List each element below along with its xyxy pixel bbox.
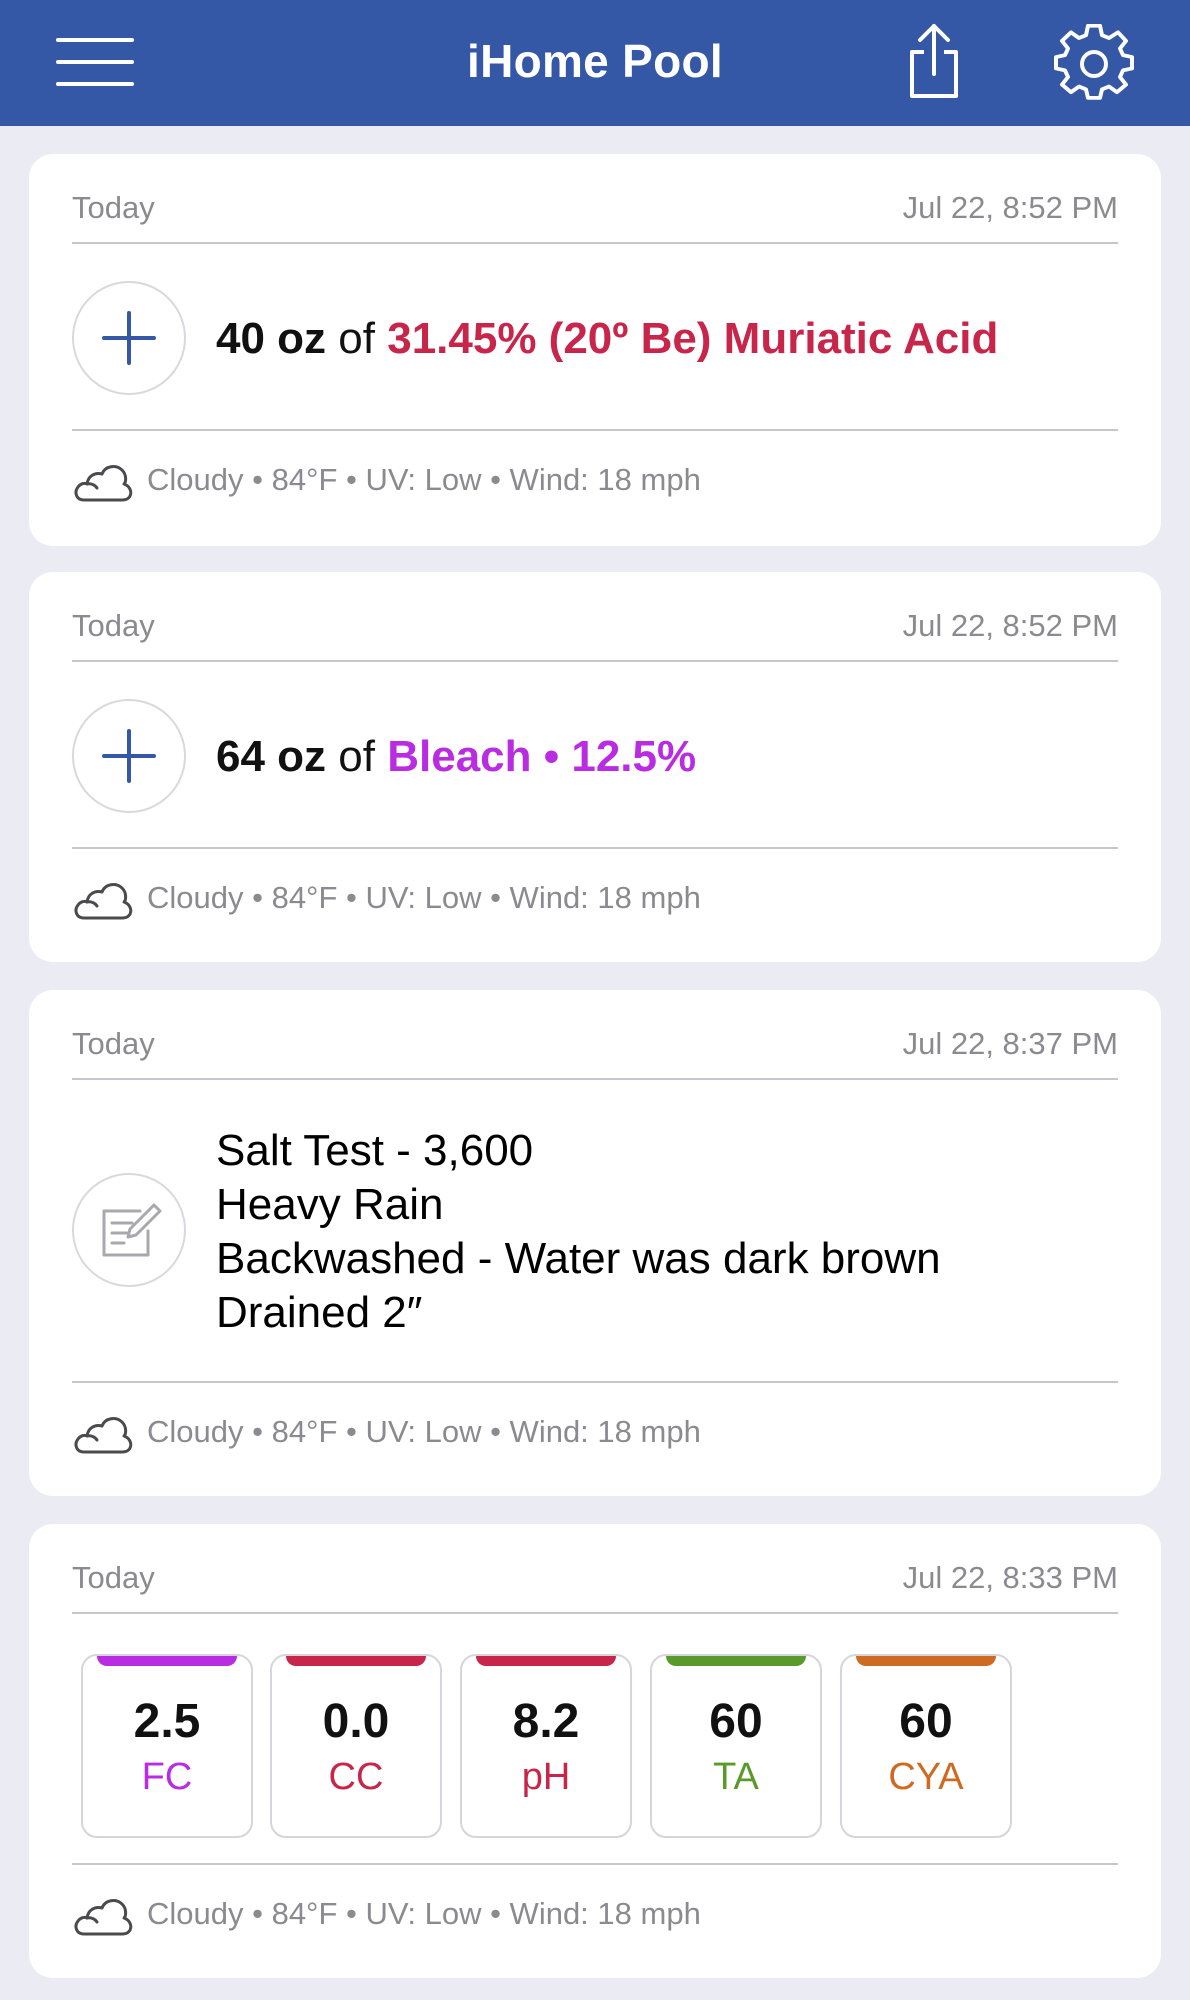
nav-bar: iHome Pool <box>0 0 1190 126</box>
entry-day: Today <box>72 1560 155 1595</box>
test-label: CYA <box>888 1756 964 1798</box>
color-cap <box>97 1656 237 1666</box>
test-value: 60 <box>899 1695 953 1748</box>
entry-header: Today Jul 22, 8:52 PM <box>72 190 1118 226</box>
test-value: 60 <box>709 1695 763 1748</box>
chemical-name: Bleach • 12.5% <box>387 732 697 781</box>
log-entry-card[interactable]: Today Jul 22, 8:52 PM 40 oz of 31.45% (2… <box>29 154 1161 546</box>
note-line: Backwashed - Water was dark brown <box>216 1234 941 1283</box>
test-value: 2.5 <box>133 1695 201 1748</box>
note-line: Salt Test - 3,600 <box>216 1126 534 1175</box>
note-text: Salt Test - 3,600 Heavy Rain Backwashed … <box>216 1124 941 1340</box>
divider <box>72 1863 1118 1865</box>
test-value: 8.2 <box>512 1695 580 1748</box>
divider <box>72 847 1118 849</box>
test-label: TA <box>713 1756 759 1798</box>
test-label: FC <box>141 1756 193 1798</box>
color-cap <box>666 1656 806 1666</box>
divider <box>72 1078 1118 1080</box>
log-entry-card[interactable]: Today Jul 22, 8:37 PM Salt Test - 3,600 … <box>29 990 1161 1496</box>
chemical-addition: 64 oz of Bleach • 12.5% <box>216 732 696 782</box>
color-cap <box>476 1656 616 1666</box>
entry-timestamp: Jul 22, 8:33 PM <box>902 1560 1118 1595</box>
test-result-fc: 2.5 FC <box>81 1654 253 1838</box>
log-entry-card[interactable]: Today Jul 22, 8:33 PM 2.5 FC 0.0 CC 8.2 … <box>29 1524 1161 1978</box>
chemical-amount: 64 oz <box>216 732 327 781</box>
divider <box>72 1612 1118 1614</box>
entry-day: Today <box>72 190 155 225</box>
weather-text: Cloudy • 84°F • UV: Low • Wind: 18 mph <box>147 1414 701 1449</box>
entry-timestamp: Jul 22, 8:52 PM <box>902 608 1118 643</box>
entry-header: Today Jul 22, 8:33 PM <box>72 1560 1118 1596</box>
plus-icon <box>72 281 186 395</box>
test-label: pH <box>521 1756 571 1798</box>
entry-header: Today Jul 22, 8:37 PM <box>72 1026 1118 1062</box>
entry-timestamp: Jul 22, 8:37 PM <box>902 1026 1118 1061</box>
divider <box>72 429 1118 431</box>
divider <box>72 242 1118 244</box>
divider <box>72 660 1118 662</box>
log-entry-card[interactable]: Today Jul 22, 8:52 PM 64 oz of Bleach • … <box>29 572 1161 962</box>
of-label: of <box>338 732 375 781</box>
entry-timestamp: Jul 22, 8:52 PM <box>902 190 1118 225</box>
entry-header: Today Jul 22, 8:52 PM <box>72 608 1118 644</box>
gear-icon[interactable] <box>1054 23 1134 104</box>
entry-day: Today <box>72 608 155 643</box>
test-label: CC <box>328 1756 384 1798</box>
test-result-ta: 60 TA <box>650 1654 822 1838</box>
test-value: 0.0 <box>322 1695 390 1748</box>
app-title: iHome Pool <box>466 35 724 87</box>
test-result-cc: 0.0 CC <box>270 1654 442 1838</box>
test-result-cya: 60 CYA <box>840 1654 1012 1838</box>
color-cap <box>856 1656 996 1666</box>
weather-text: Cloudy • 84°F • UV: Low • Wind: 18 mph <box>147 1896 701 1931</box>
plus-icon <box>72 699 186 813</box>
note-edit-icon <box>72 1173 186 1287</box>
chemical-addition: 40 oz of 31.45% (20º Be) Muriatic Acid <box>216 314 998 364</box>
chemical-name: 31.45% (20º Be) Muriatic Acid <box>387 314 999 363</box>
entry-day: Today <box>72 1026 155 1061</box>
note-line: Heavy Rain <box>216 1180 444 1229</box>
note-line: Drained 2″ <box>216 1288 423 1337</box>
share-icon[interactable] <box>904 22 964 102</box>
weather-text: Cloudy • 84°F • UV: Low • Wind: 18 mph <box>147 462 701 497</box>
test-result-ph: 8.2 pH <box>460 1654 632 1838</box>
chemical-amount: 40 oz <box>216 314 327 363</box>
divider <box>72 1381 1118 1383</box>
weather-text: Cloudy • 84°F • UV: Low • Wind: 18 mph <box>147 880 701 915</box>
cloud-icon <box>74 1417 133 1454</box>
cloud-icon <box>74 883 133 920</box>
color-cap <box>286 1656 426 1666</box>
cloud-icon <box>74 465 133 502</box>
of-label: of <box>338 314 375 363</box>
cloud-icon <box>74 1899 133 1936</box>
